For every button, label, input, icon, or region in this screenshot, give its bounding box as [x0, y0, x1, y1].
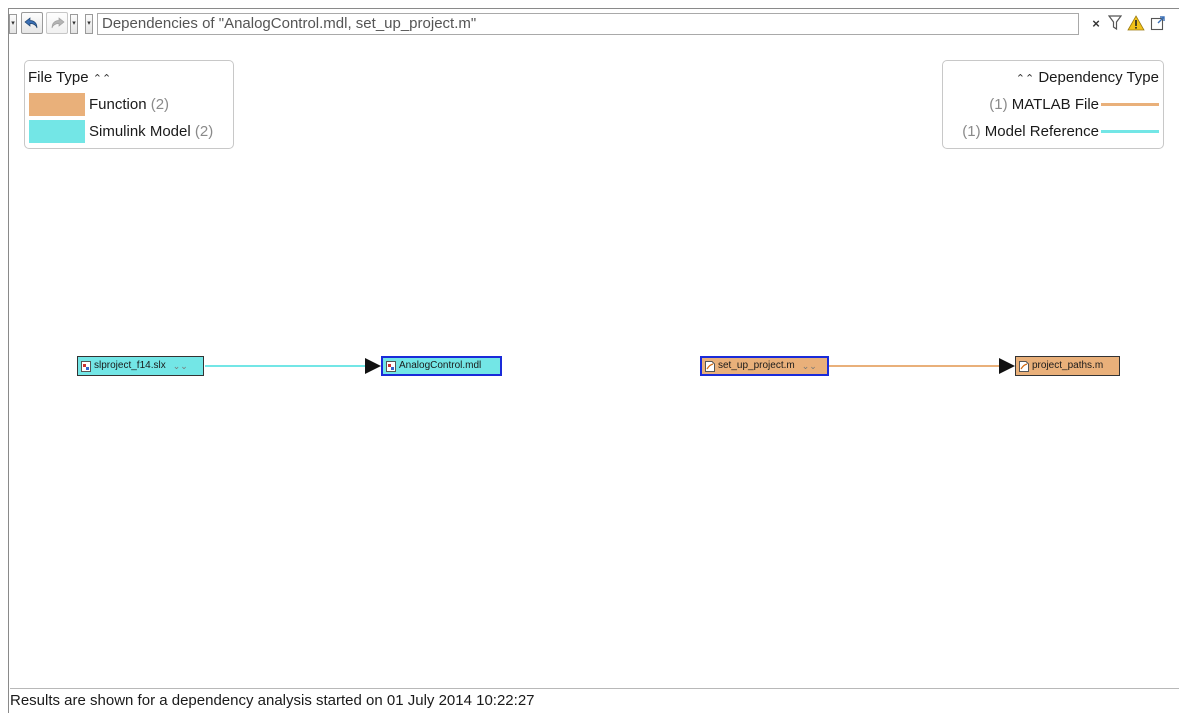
simulink-model-icon: [386, 360, 396, 372]
graph-node-analogcontrol[interactable]: AnalogControl.mdl: [381, 356, 502, 376]
expand-chevron-icon[interactable]: ⌄⌄: [173, 357, 188, 375]
matlab-function-icon: [1019, 360, 1029, 372]
graph-node-project-paths[interactable]: project_paths.m: [1015, 356, 1120, 376]
simulink-model-icon: [81, 360, 91, 372]
matlab-function-icon: [705, 360, 715, 372]
graph-node-slproject-f14[interactable]: slproject_f14.slx ⌄⌄: [77, 356, 204, 376]
graph-node-set-up-project[interactable]: set_up_project.m ⌄⌄: [700, 356, 829, 376]
status-bar: Results are shown for a dependency analy…: [10, 688, 1179, 714]
expand-chevron-icon[interactable]: ⌄⌄: [802, 357, 817, 375]
